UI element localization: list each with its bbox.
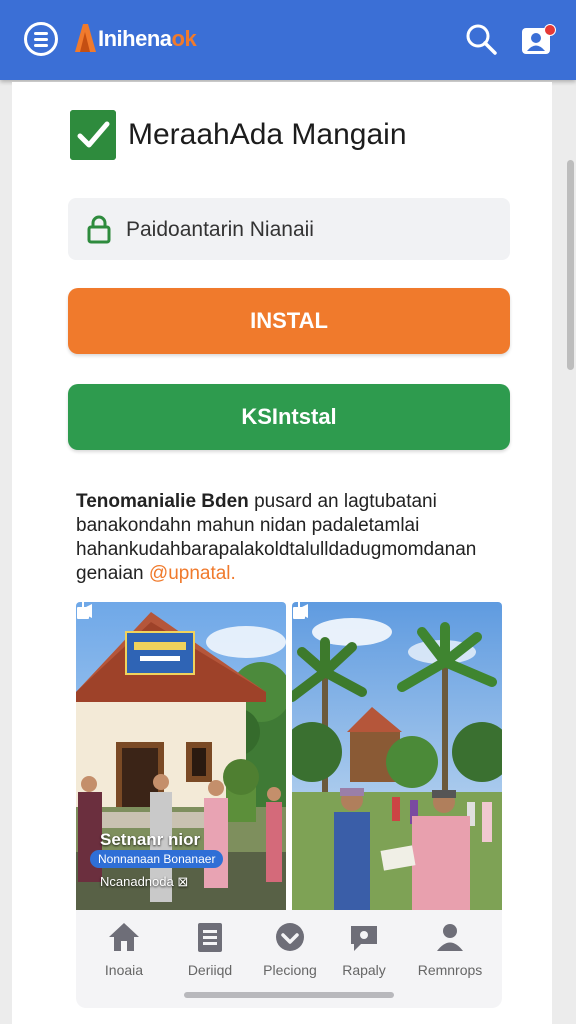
- secondary-install-button[interactable]: KSIntstal: [68, 384, 510, 450]
- chat-icon: [351, 926, 377, 951]
- logo-text-main: Inihena: [98, 26, 172, 51]
- nav-label: Rapaly: [342, 962, 386, 978]
- photo-caption-tag[interactable]: Nonnanaan Bonanaer: [90, 850, 224, 868]
- menu-icon[interactable]: [24, 22, 58, 56]
- description-text: Tenomanialie Bden pusard an lagtubatani …: [76, 490, 516, 586]
- password-field-value: Paidoantarin Nianaii: [126, 218, 314, 241]
- app-logo-text: Inihenaok: [98, 26, 197, 52]
- nav-item-chat[interactable]: Rapaly: [322, 920, 406, 990]
- share-icon[interactable]: [76, 602, 90, 620]
- logo-icon: [75, 24, 96, 52]
- nav-label: Inoaia: [104, 962, 144, 978]
- description-bold: Tenomanialie Bden: [76, 491, 249, 512]
- photo-card-1[interactable]: Setnanr nior Nonnanaan Bonanaer Ncanadno…: [76, 602, 286, 912]
- logo-text-accent: ok: [171, 26, 197, 51]
- photo-card-2[interactable]: [292, 602, 502, 912]
- nav-item-check[interactable]: Pleciong: [248, 920, 332, 990]
- document-icon: [198, 923, 222, 952]
- photo-caption-title: Setnanr nior: [100, 830, 201, 849]
- person-icon: [437, 924, 463, 951]
- description-link[interactable]: @upnatal.: [149, 563, 236, 584]
- title-row: MeraahAda Mangain: [70, 108, 530, 160]
- home-icon: [109, 923, 139, 951]
- home-indicator[interactable]: [184, 992, 394, 998]
- lock-icon: [87, 215, 111, 244]
- check-circle-icon: [276, 923, 304, 951]
- nav-item-profile[interactable]: Remnrops: [408, 920, 492, 990]
- password-field[interactable]: Paidoantarin Nianaii: [68, 198, 510, 260]
- nav-item-document[interactable]: Deriiqd: [168, 920, 252, 990]
- check-icon: [70, 110, 116, 160]
- page-title: MeraahAda Mangain: [128, 118, 407, 151]
- nav-item-home[interactable]: Inoaia: [82, 920, 166, 990]
- share-icon[interactable]: [292, 602, 306, 620]
- search-icon[interactable]: [464, 22, 498, 56]
- nav-label: Pleciong: [263, 962, 317, 978]
- top-app-bar: Inihenaok: [0, 0, 576, 80]
- nav-label: Remnrops: [417, 962, 483, 978]
- photo-caption-subtitle: Ncanadnoda ⊠: [100, 874, 189, 889]
- village-palm-photo: [292, 602, 502, 912]
- install-button[interactable]: INSTAL: [68, 288, 510, 354]
- nav-label: Deriiqd: [187, 962, 233, 978]
- scrollbar[interactable]: [567, 160, 574, 370]
- notification-badge: [544, 24, 556, 36]
